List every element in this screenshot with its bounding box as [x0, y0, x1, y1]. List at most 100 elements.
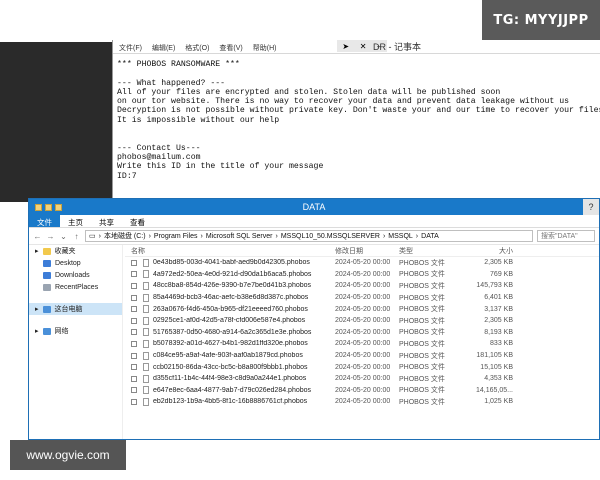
breadcrumb-item[interactable]: MSSQL — [388, 233, 413, 240]
notepad-menu-item[interactable]: 查看(V) — [219, 43, 242, 52]
expand-chevron-icon[interactable]: ▸ — [35, 305, 39, 313]
file-row[interactable]: ccb02150-86da-43cc-bc5c-b8a800f9bbb1.pho… — [125, 361, 599, 373]
row-checkbox[interactable] — [131, 364, 137, 371]
breadcrumb-item[interactable]: Microsoft SQL Server — [206, 233, 273, 240]
file-type: PHOBOS 文件 — [399, 352, 445, 360]
nav-item[interactable]: ▸ 网络 — [29, 325, 122, 337]
notepad-menu-item[interactable]: 帮助(H) — [253, 43, 277, 52]
ransom-note-text[interactable]: *** PHOBOS RANSOMWARE *** --- What happen… — [113, 54, 600, 181]
row-checkbox[interactable] — [131, 329, 137, 336]
file-row[interactable]: 85a4469d-bcb3-46ac-aefc-b38e6d8d387c.pho… — [125, 292, 599, 304]
up-icon[interactable]: ↑ — [72, 232, 81, 241]
ribbon-tab[interactable]: 主页 — [60, 215, 91, 227]
column-header-type[interactable]: 类型 — [399, 246, 459, 256]
file-size: 15,105 KB — [480, 363, 513, 371]
row-checkbox[interactable] — [131, 317, 137, 324]
row-checkbox[interactable] — [131, 294, 137, 301]
navigation-pane: ▸ 收藏夹 Desktop Downloads RecentPlaces ▸ 这台电脑 ▸ 网络 — [29, 245, 123, 439]
column-header-size[interactable]: 大小 — [459, 246, 513, 256]
file-icon — [143, 397, 149, 406]
file-icon — [143, 305, 149, 314]
file-row[interactable]: d355cf11-1b4c-44f4-98e3-c8d9a0a244e1.pho… — [125, 373, 599, 385]
back-icon[interactable]: ← — [33, 232, 42, 241]
nav-item[interactable]: Downloads — [29, 269, 122, 281]
file-icon — [143, 281, 149, 290]
nav-item[interactable]: ▸ 这台电脑 — [29, 303, 122, 315]
file-icon — [143, 363, 149, 372]
file-size: 8,193 KB — [484, 328, 513, 336]
file-name: d355cf11-1b4c-44f4-98e3-c8d9a0a244e1.pho… — [153, 375, 307, 383]
ribbon-tabs: 文件 主页 共享 查看 — [29, 215, 599, 228]
notepad-menu-item[interactable]: 格式(O) — [185, 43, 209, 52]
note-line: All of your files are encrypted and stol… — [117, 87, 501, 97]
expand-chevron-icon[interactable]: ▸ — [35, 247, 39, 255]
file-row[interactable]: c084ce95-a9af-4afe-903f-aaf0ab1879cd.pho… — [125, 350, 599, 362]
breadcrumb-separator-icon: › — [415, 232, 419, 240]
file-row[interactable]: 263a0676-f4d6-450a-b965-df21eeeed760.pho… — [125, 303, 599, 315]
file-name: ccb02150-86da-43cc-bc5c-b8a800f9bbb1.pho… — [153, 363, 308, 371]
file-row[interactable]: b5078392-a01d-4627-b4b1-982d1ffd320e.pho… — [125, 338, 599, 350]
breadcrumb-separator-icon: › — [98, 232, 101, 240]
ribbon-tab[interactable]: 共享 — [91, 215, 122, 227]
note-line — [117, 69, 596, 78]
search-input[interactable]: 搜索"DATA" — [537, 230, 595, 242]
nav-item[interactable]: ▸ 收藏夹 — [29, 245, 122, 257]
row-checkbox[interactable] — [131, 387, 137, 394]
row-checkbox[interactable] — [131, 375, 137, 382]
file-date: 2024-05-20 00:00 — [335, 328, 391, 336]
file-row[interactable]: 02925ce1-af0d-42d5-a78f-cfd006e587e4.pho… — [125, 315, 599, 327]
ribbon-tab[interactable]: 文件 — [29, 215, 60, 227]
row-checkbox[interactable] — [131, 340, 137, 347]
history-chevron-icon[interactable]: ⌄ — [59, 232, 68, 241]
file-rows: 0e43bd85-003d-4041-babf-aed9b0d42305.pho… — [125, 257, 599, 408]
address-bar[interactable]: ▭ › 本地磁盘 (C:) › Program Files › Microsoft SQL … — [85, 230, 533, 242]
row-checkbox[interactable] — [131, 259, 137, 266]
breadcrumb-item[interactable]: MSSQL10_50.MSSQLSERVER — [281, 233, 380, 240]
row-checkbox[interactable] — [131, 282, 137, 289]
file-name: 48cc8ba8-854d-426e-9390-b7e7be0d41b3.pho… — [153, 282, 312, 290]
help-icon[interactable]: ? — [583, 199, 599, 215]
row-checkbox[interactable] — [131, 398, 137, 405]
file-row[interactable]: 0e43bd85-003d-4041-babf-aed9b0d42305.pho… — [125, 257, 599, 269]
file-name-cell: e647e8ec-6aa4-4877-9ab7-d79c026ed284.pho… — [125, 386, 335, 395]
file-icon — [143, 374, 149, 383]
recent-places-icon — [43, 283, 51, 291]
column-header-name[interactable]: 名称 — [125, 246, 335, 256]
file-row[interactable]: 51765387-0d50-4680-a914-6a2c365d1e3e.pho… — [125, 327, 599, 339]
file-date: 2024-05-20 00:00 — [335, 398, 391, 406]
close-icon[interactable]: ✕ — [360, 42, 367, 51]
file-date: 2024-05-20 00:00 — [335, 270, 391, 278]
file-row[interactable]: 48cc8ba8-854d-426e-9390-b7e7be0d41b3.pho… — [125, 280, 599, 292]
nav-item[interactable]: Desktop — [29, 257, 122, 269]
file-size: 769 KB — [490, 270, 513, 278]
row-checkbox[interactable] — [131, 306, 137, 313]
nav-label: Downloads — [55, 271, 90, 279]
notepad-title: DR - 记事本 — [373, 42, 421, 52]
note-line: phobos@mailum.com — [117, 152, 201, 162]
ribbon-tab[interactable]: 查看 — [122, 215, 153, 227]
note-line: --- Contact Us--- — [117, 143, 201, 153]
nav-item[interactable]: RecentPlaces — [29, 281, 122, 293]
nav-label: 收藏夹 — [54, 248, 76, 255]
row-checkbox[interactable] — [131, 352, 137, 359]
file-name-cell: c084ce95-a9af-4afe-903f-aaf0ab1879cd.pho… — [125, 351, 335, 360]
file-row[interactable]: 4a972ed2-50ea-4e0d-921d-d90da1b6aca5.pho… — [125, 269, 599, 281]
breadcrumb-separator-icon: › — [382, 232, 386, 240]
file-row[interactable]: e647e8ec-6aa4-4877-9ab7-d79c026ed284.pho… — [125, 385, 599, 397]
file-type: PHOBOS 文件 — [399, 271, 445, 279]
notepad-menu-item[interactable]: 文件(F) — [119, 43, 142, 52]
forward-icon[interactable]: → — [46, 232, 55, 241]
breadcrumb-item[interactable]: Program Files — [154, 233, 198, 240]
breadcrumb-item[interactable]: 本地磁盘 (C:) — [104, 231, 146, 241]
note-line: ID:7 — [117, 171, 137, 181]
row-checkbox[interactable] — [131, 271, 137, 278]
file-row[interactable]: eb2db123-1b9a-4bb5-8f1c-16b8886761cf.pho… — [125, 396, 599, 408]
expand-chevron-icon[interactable]: ▸ — [35, 327, 39, 335]
notepad-menu-item[interactable]: 编辑(E) — [152, 43, 175, 52]
note-line: *** PHOBOS RANSOMWARE *** — [117, 60, 240, 69]
nav-label: Desktop — [55, 259, 81, 267]
breadcrumb-item[interactable]: DATA — [421, 233, 439, 240]
file-type: PHOBOS 文件 — [399, 364, 445, 372]
column-header-date[interactable]: 修改日期 — [335, 246, 399, 256]
file-size: 4,353 KB — [484, 375, 513, 383]
